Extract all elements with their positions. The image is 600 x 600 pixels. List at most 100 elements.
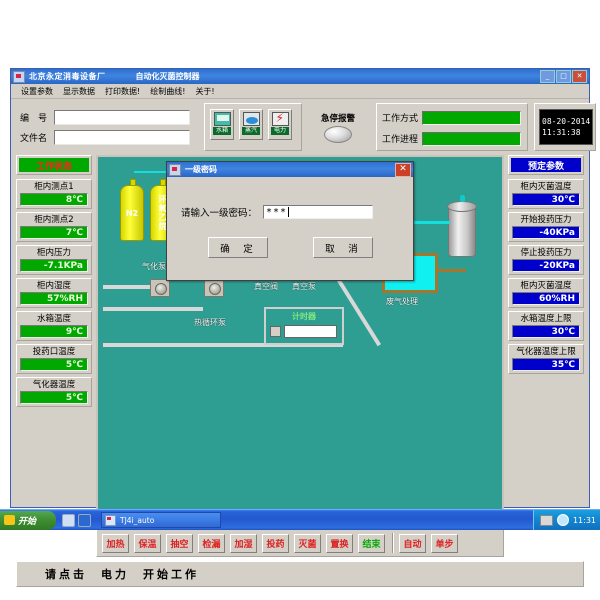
clock-group: 08-20-2014 11:31:38 [534, 103, 596, 151]
status-item-value: 9℃ [20, 325, 88, 338]
vaporizer-pump-label: 气化泵 [142, 262, 166, 271]
water-tank-vessel [447, 195, 477, 257]
utility-source-buttons: 水箱 蒸汽 电力 [205, 104, 301, 140]
status-item-title: 柜内测点1 [34, 182, 74, 192]
work-progress-row: 工作进程 [382, 131, 527, 146]
number-field-row: 编 号 [20, 109, 196, 125]
top-control-strip: 编 号 文件名 水箱 蒸汽 ⚡ 电力 急停报警 工作方式 工作进程 08-20-… [16, 103, 596, 151]
power-button[interactable]: 电力 [268, 109, 292, 140]
dialog-titlebar[interactable]: 一级密码 ✕ [167, 162, 413, 177]
dialog-cancel-button[interactable]: 取 消 [312, 237, 373, 258]
param-item-title: 柜内灭菌湿度 [520, 281, 572, 291]
close-button[interactable]: ✕ [572, 70, 587, 83]
mode-button-auto[interactable]: 自动 [399, 533, 426, 553]
utility-source-group: 水箱 蒸汽 电力 [204, 103, 302, 151]
steam-button[interactable]: 蒸汽 [239, 109, 263, 140]
work-mode-label: 工作方式 [382, 114, 419, 124]
param-item-title: 水箱温度上限 [520, 314, 572, 324]
action-button-evacuate[interactable]: 抽空 [166, 533, 193, 553]
window-controls: _ □ ✕ [540, 70, 587, 83]
param-item-value: 60%RH [512, 292, 580, 305]
maximize-button[interactable]: □ [556, 70, 571, 83]
number-label: 编 号 [20, 113, 48, 124]
menu-item-display[interactable]: 显示数据 [63, 86, 95, 97]
action-button-dose[interactable]: 投药 [262, 533, 289, 553]
work-status-header: 工作状态 [16, 155, 92, 175]
param-item-vaporizer-temp-limit[interactable]: 气化器温度上限 35℃ [508, 344, 584, 374]
tray-icon-display[interactable] [539, 514, 553, 526]
mode-button-single-step[interactable]: 单步 [431, 533, 458, 553]
action-button-sterilize[interactable]: 灭菌 [294, 533, 321, 553]
taskbar-item-tj4i-auto[interactable]: TJ4i_auto [101, 512, 221, 528]
status-item-value: 5℃ [20, 391, 88, 404]
dialog-button-row: 确 定 取 消 [167, 237, 413, 258]
action-button-leak-test[interactable]: 检漏 [198, 533, 225, 553]
param-item-value: -20KPa [512, 259, 580, 272]
status-item-vaporizer-temp: 气化器温度 5℃ [16, 377, 92, 407]
dialog-ok-button[interactable]: 确 定 [207, 237, 268, 258]
windows-taskbar: 开始 TJ4i_auto 11:31 [0, 509, 600, 530]
menu-item-settings[interactable]: 设置参数 [21, 86, 53, 97]
water-tank-label: 水箱 [213, 127, 231, 135]
quick-launch-icon-1[interactable] [62, 513, 75, 527]
param-item-dosing-start-pressure[interactable]: 开始投药压力 -40KPa [508, 212, 584, 242]
timer-checkbox[interactable] [270, 326, 281, 337]
minimize-button[interactable]: _ [540, 70, 555, 83]
dialog-close-icon[interactable]: ✕ [395, 162, 411, 177]
param-item-water-tank-temp-limit[interactable]: 水箱温度上限 30℃ [508, 311, 584, 341]
work-status-header-label: 工作状态 [19, 158, 89, 172]
action-button-heat[interactable]: 加热 [102, 533, 129, 553]
action-button-finish[interactable]: 结束 [358, 533, 385, 553]
circulation-pump-label: 热循环泵 [194, 318, 226, 327]
status-item-value: 8℃ [20, 193, 88, 206]
status-item-cabinet-point2: 柜内测点2 7℃ [16, 212, 92, 242]
exhaust-outlet-pipe [438, 269, 466, 272]
clock-date: 08-20-2014 [542, 117, 591, 126]
vaporizer-inlet-pipe [103, 285, 151, 289]
window-titlebar[interactable]: 北京永定消毒设备厂 自动化灭菌控制器 _ □ ✕ [11, 69, 589, 84]
water-tank-button[interactable]: 水箱 [210, 109, 234, 140]
param-item-title: 停止投药压力 [520, 248, 572, 258]
menu-item-curve[interactable]: 绘制曲线! [150, 86, 185, 97]
action-button-purge[interactable]: 置换 [326, 533, 353, 553]
start-button[interactable]: 开始 [0, 510, 56, 530]
water-tank-knob [460, 195, 465, 202]
param-item-sterilize-temp[interactable]: 柜内灭菌温度 30℃ [508, 179, 584, 209]
action-button-humidify[interactable]: 加湿 [230, 533, 257, 553]
app-icon [13, 70, 25, 83]
password-input[interactable]: *** [263, 205, 374, 219]
timer-input[interactable] [284, 325, 337, 338]
task-list: TJ4i_auto [101, 512, 221, 528]
filename-input[interactable] [54, 129, 190, 145]
status-item-value: 57%RH [20, 292, 88, 305]
work-progress-indicator [422, 131, 521, 146]
menu-item-about[interactable]: 关于! [195, 86, 214, 97]
water-tank-cap [447, 201, 477, 212]
emergency-stop-group: 急停报警 [306, 103, 370, 151]
param-item-dosing-stop-pressure[interactable]: 停止投药压力 -20KPa [508, 245, 584, 275]
action-button-hold-temp[interactable]: 保温 [134, 533, 161, 553]
preset-parameter-panel: 预定参数 柜内灭菌温度 30℃ 开始投药压力 -40KPa 停止投药压力 -20… [508, 155, 584, 377]
dialog-title: 一级密码 [185, 165, 217, 174]
taskbar-clock[interactable]: 11:31 [573, 516, 596, 525]
param-item-title: 气化器温度上限 [516, 347, 576, 357]
taskbar-item-label: TJ4i_auto [120, 515, 155, 525]
status-item-title: 柜内压力 [36, 248, 71, 258]
screenshot-root: 北京永定消毒设备厂 自动化灭菌控制器 _ □ ✕ 设置参数 显示数据 打印数据!… [0, 0, 600, 600]
emergency-stop-led[interactable] [324, 125, 352, 143]
status-item-title: 柜内测点2 [34, 215, 74, 225]
window-title: 北京永定消毒设备厂 [29, 72, 106, 81]
dialog-prompt-row: 请输入一级密码： *** [181, 205, 413, 219]
start-button-label: 开始 [18, 516, 37, 527]
number-input[interactable] [54, 109, 190, 125]
status-item-cabinet-humidity: 柜内湿度 57%RH [16, 278, 92, 308]
action-bar-separator [392, 533, 394, 553]
menu-item-print[interactable]: 打印数据! [105, 86, 140, 97]
param-item-sterilize-humidity[interactable]: 柜内灭菌湿度 60%RH [508, 278, 584, 308]
emergency-stop-label: 急停报警 [320, 113, 355, 124]
n2-cylinder: N2 [120, 185, 144, 241]
tray-icon-antivirus[interactable] [556, 514, 569, 526]
quick-launch-icon-2[interactable] [78, 513, 91, 527]
param-item-value: -40KPa [512, 226, 580, 239]
status-item-dosing-port-temp: 投药口温度 5℃ [16, 344, 92, 374]
